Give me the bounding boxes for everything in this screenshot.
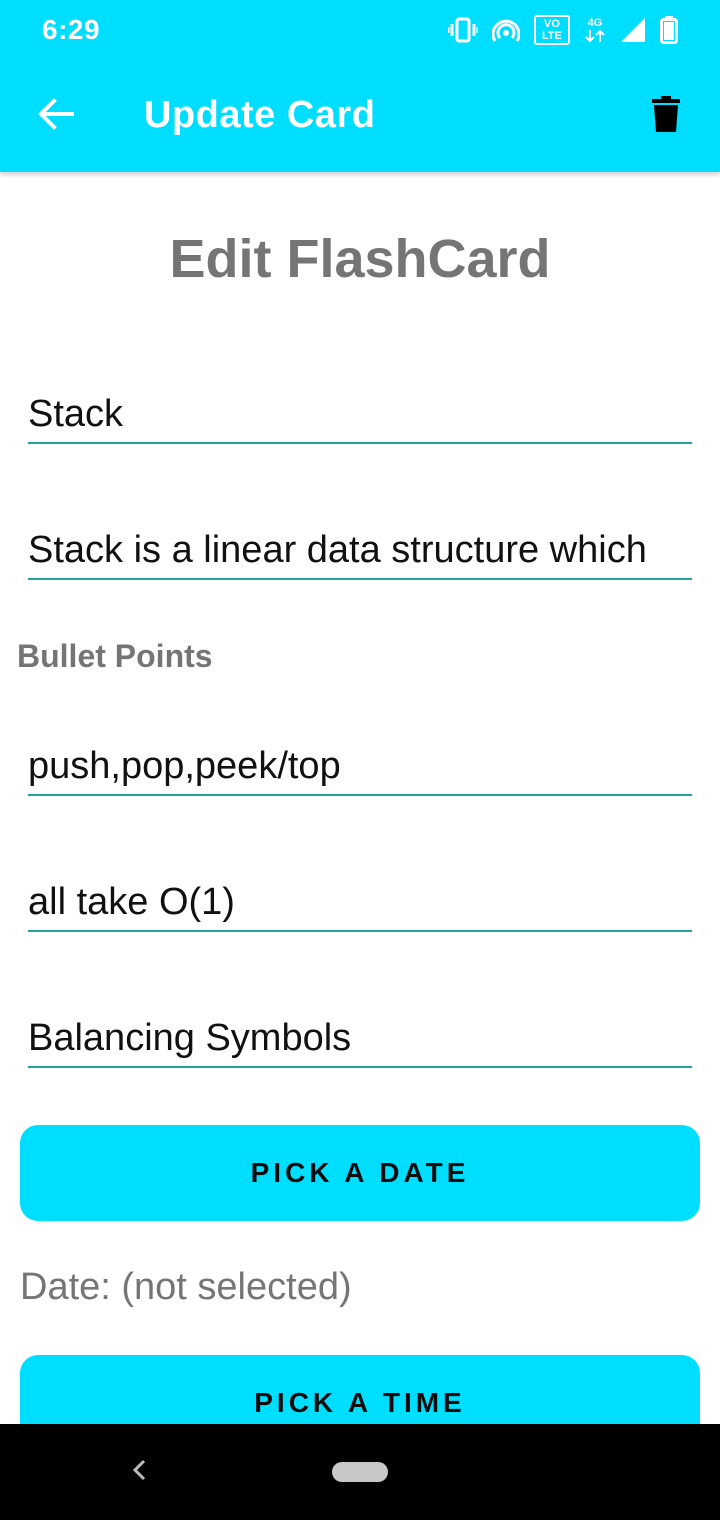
status-bar: 6:29 VO LTE 4G [0, 0, 720, 60]
hotspot-icon [492, 17, 520, 43]
volte-bottom-label: LTE [542, 30, 562, 42]
4g-data-icon: 4G [584, 17, 606, 43]
pick-date-button[interactable]: PICK A DATE [20, 1125, 700, 1221]
bullet-points-label: Bullet Points [17, 638, 213, 674]
title-field[interactable]: Stack [28, 388, 692, 444]
description-field[interactable]: Stack is a linear data structure which [28, 524, 692, 580]
battery-icon [660, 16, 678, 44]
status-icons: VO LTE 4G [448, 12, 678, 48]
back-button[interactable] [26, 86, 86, 146]
delete-button[interactable] [638, 88, 694, 144]
nav-back-icon [132, 1459, 146, 1486]
system-nav-bar [0, 1424, 720, 1520]
app-bar-title: Update Card [144, 94, 376, 136]
nav-home-pill[interactable] [332, 1462, 388, 1482]
pick-time-label: PICK A TIME [254, 1387, 466, 1418]
network-label: 4G [587, 17, 603, 29]
page-heading: Edit FlashCard [169, 229, 551, 289]
date-status-text: Date: (not selected) [20, 1266, 352, 1308]
vibrate-icon [448, 17, 478, 43]
volte-top-label: VO [544, 18, 560, 30]
nav-back-button[interactable] [124, 1454, 154, 1490]
volte-icon: VO LTE [534, 15, 570, 45]
trash-icon [652, 95, 680, 137]
app-bar: Update Card [0, 60, 720, 172]
bullet-point-field-1[interactable]: push,pop,peek/top [28, 740, 692, 796]
bullet-point-field-3[interactable]: Balancing Symbols [28, 1012, 692, 1068]
arrow-back-icon [38, 97, 74, 135]
signal-icon [620, 17, 646, 43]
bullet-point-field-2[interactable]: all take O(1) [28, 876, 692, 932]
status-time: 6:29 [42, 14, 101, 45]
